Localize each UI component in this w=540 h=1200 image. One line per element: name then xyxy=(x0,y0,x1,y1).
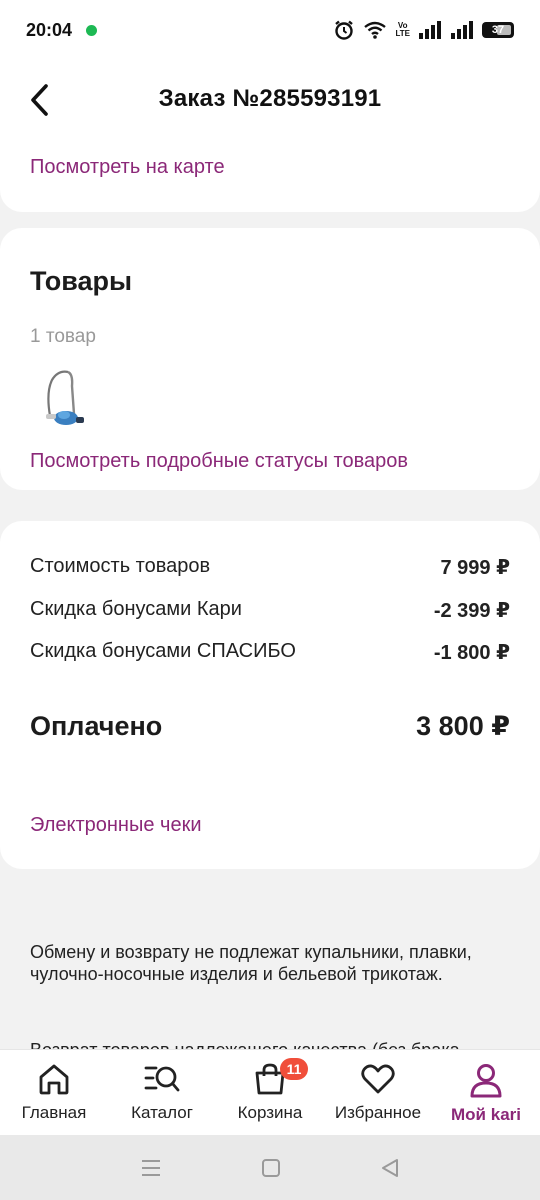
tab-favorites[interactable]: Избранное xyxy=(324,1050,432,1135)
return-policy-text: Обмену и возврату не подлежат купальники… xyxy=(30,942,472,984)
profile-icon xyxy=(470,1064,502,1098)
heart-icon xyxy=(361,1064,395,1094)
paid-label: Оплачено xyxy=(30,711,163,741)
recent-apps-icon[interactable] xyxy=(139,1157,163,1179)
alarm-icon xyxy=(335,20,354,40)
tab-label: Мой kari xyxy=(451,1105,521,1124)
summary-value: 7 999 ₽ xyxy=(440,557,510,579)
summary-label: Скидка бонусами СПАСИБО xyxy=(30,640,296,662)
goods-card: Товары 1 товар Посмотреть подробные стат… xyxy=(0,228,540,490)
tab-label: Каталог xyxy=(131,1103,193,1122)
signal-icon-sim1 xyxy=(419,21,441,39)
status-bar: 20:04 Vo LTE 37 xyxy=(0,0,540,60)
tab-cart[interactable]: 11 Корзина xyxy=(216,1050,324,1135)
summary-value: -2 399 ₽ xyxy=(433,600,510,622)
e-receipts-link[interactable]: Электронные чеки xyxy=(30,814,202,837)
tab-label: Избранное xyxy=(334,1103,422,1122)
delivery-card: Посмотреть на карте xyxy=(0,138,540,212)
battery-level: 37 xyxy=(491,24,505,36)
chevron-left-icon xyxy=(31,84,48,116)
wifi-icon xyxy=(364,21,387,39)
spotify-notification-icon xyxy=(86,24,98,36)
view-on-map-link[interactable]: Посмотреть на карте xyxy=(30,156,225,179)
paid-value: 3 800 ₽ xyxy=(416,711,510,741)
tab-label: Главная xyxy=(21,1103,87,1122)
vacuum-cleaner-icon xyxy=(46,370,84,425)
volte-indicator: Vo LTE xyxy=(395,22,410,38)
goods-count: 1 товар xyxy=(30,326,96,347)
goods-title: Товары xyxy=(30,266,133,296)
summary-row-goods-cost: Стоимость товаров 7 999 ₽ xyxy=(30,555,510,580)
tab-my-kari[interactable]: Мой kari xyxy=(432,1050,540,1135)
summary-row-kari-bonus: Скидка бонусами Кари -2 399 ₽ xyxy=(30,598,510,623)
catalog-search-icon xyxy=(144,1066,180,1092)
tab-label: Корзина xyxy=(237,1103,303,1122)
tab-catalog[interactable]: Каталог xyxy=(108,1050,216,1135)
page-title: Заказ №285593191 xyxy=(158,85,382,112)
item-statuses-link[interactable]: Посмотреть подробные статусы товаров xyxy=(30,450,408,473)
battery-icon: 37 xyxy=(482,22,514,38)
back-button[interactable] xyxy=(28,80,58,120)
tab-home[interactable]: Главная xyxy=(0,1050,108,1135)
payment-summary-card: Стоимость товаров 7 999 ₽ Скидка бонусам… xyxy=(0,521,540,869)
system-nav-bar xyxy=(0,1135,540,1200)
status-time: 20:04 xyxy=(26,19,73,40)
lte-label: LTE xyxy=(395,29,410,38)
summary-value: -1 800 ₽ xyxy=(433,642,510,664)
status-icons: Vo LTE 37 xyxy=(333,19,514,41)
back-nav-icon[interactable] xyxy=(379,1157,401,1179)
product-thumbnail[interactable] xyxy=(40,368,88,430)
summary-label: Стоимость товаров xyxy=(30,555,211,577)
summary-label: Скидка бонусами Кари xyxy=(30,598,242,620)
summary-row-spasibo-bonus: Скидка бонусами СПАСИБО -1 800 ₽ xyxy=(30,640,510,665)
home-icon xyxy=(39,1064,69,1095)
paid-total-row: Оплачено 3 800 ₽ xyxy=(30,711,510,742)
bottom-tab-bar: Главная Каталог 11 Корзина Избранное Мой… xyxy=(0,1049,540,1135)
cart-count-badge: 11 xyxy=(280,1058,308,1080)
signal-icon-sim2 xyxy=(451,21,473,39)
page-header: Заказ №285593191 xyxy=(0,60,540,138)
home-button-icon[interactable] xyxy=(260,1157,282,1179)
